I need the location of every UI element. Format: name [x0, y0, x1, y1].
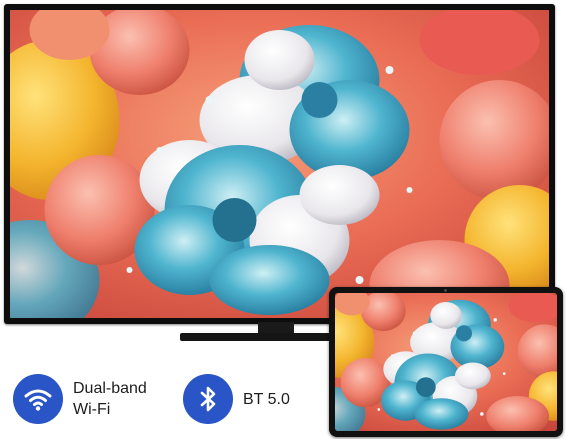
tv-screen-artwork — [10, 10, 549, 318]
wifi-label-line2: Wi-Fi — [73, 401, 111, 418]
bluetooth-icon — [183, 374, 233, 424]
wifi-label-line1: Dual-band — [73, 380, 147, 397]
flower-artwork-image-small — [335, 293, 557, 431]
bluetooth-label: BT 5.0 — [243, 390, 290, 408]
wifi-icon — [13, 374, 63, 424]
feature-bluetooth: BT 5.0 — [183, 374, 290, 424]
tv-display — [4, 4, 555, 324]
monitor-display — [329, 287, 563, 437]
bluetooth-feature-label: BT 5.0 — [243, 389, 290, 410]
monitor-screen-artwork — [335, 293, 557, 431]
feature-wifi: Dual-band Wi-Fi — [13, 374, 147, 424]
monitor-camera — [444, 289, 447, 292]
flower-artwork-image — [10, 10, 549, 318]
tv-stand-base — [180, 333, 335, 341]
wifi-feature-label: Dual-band Wi-Fi — [73, 378, 147, 420]
